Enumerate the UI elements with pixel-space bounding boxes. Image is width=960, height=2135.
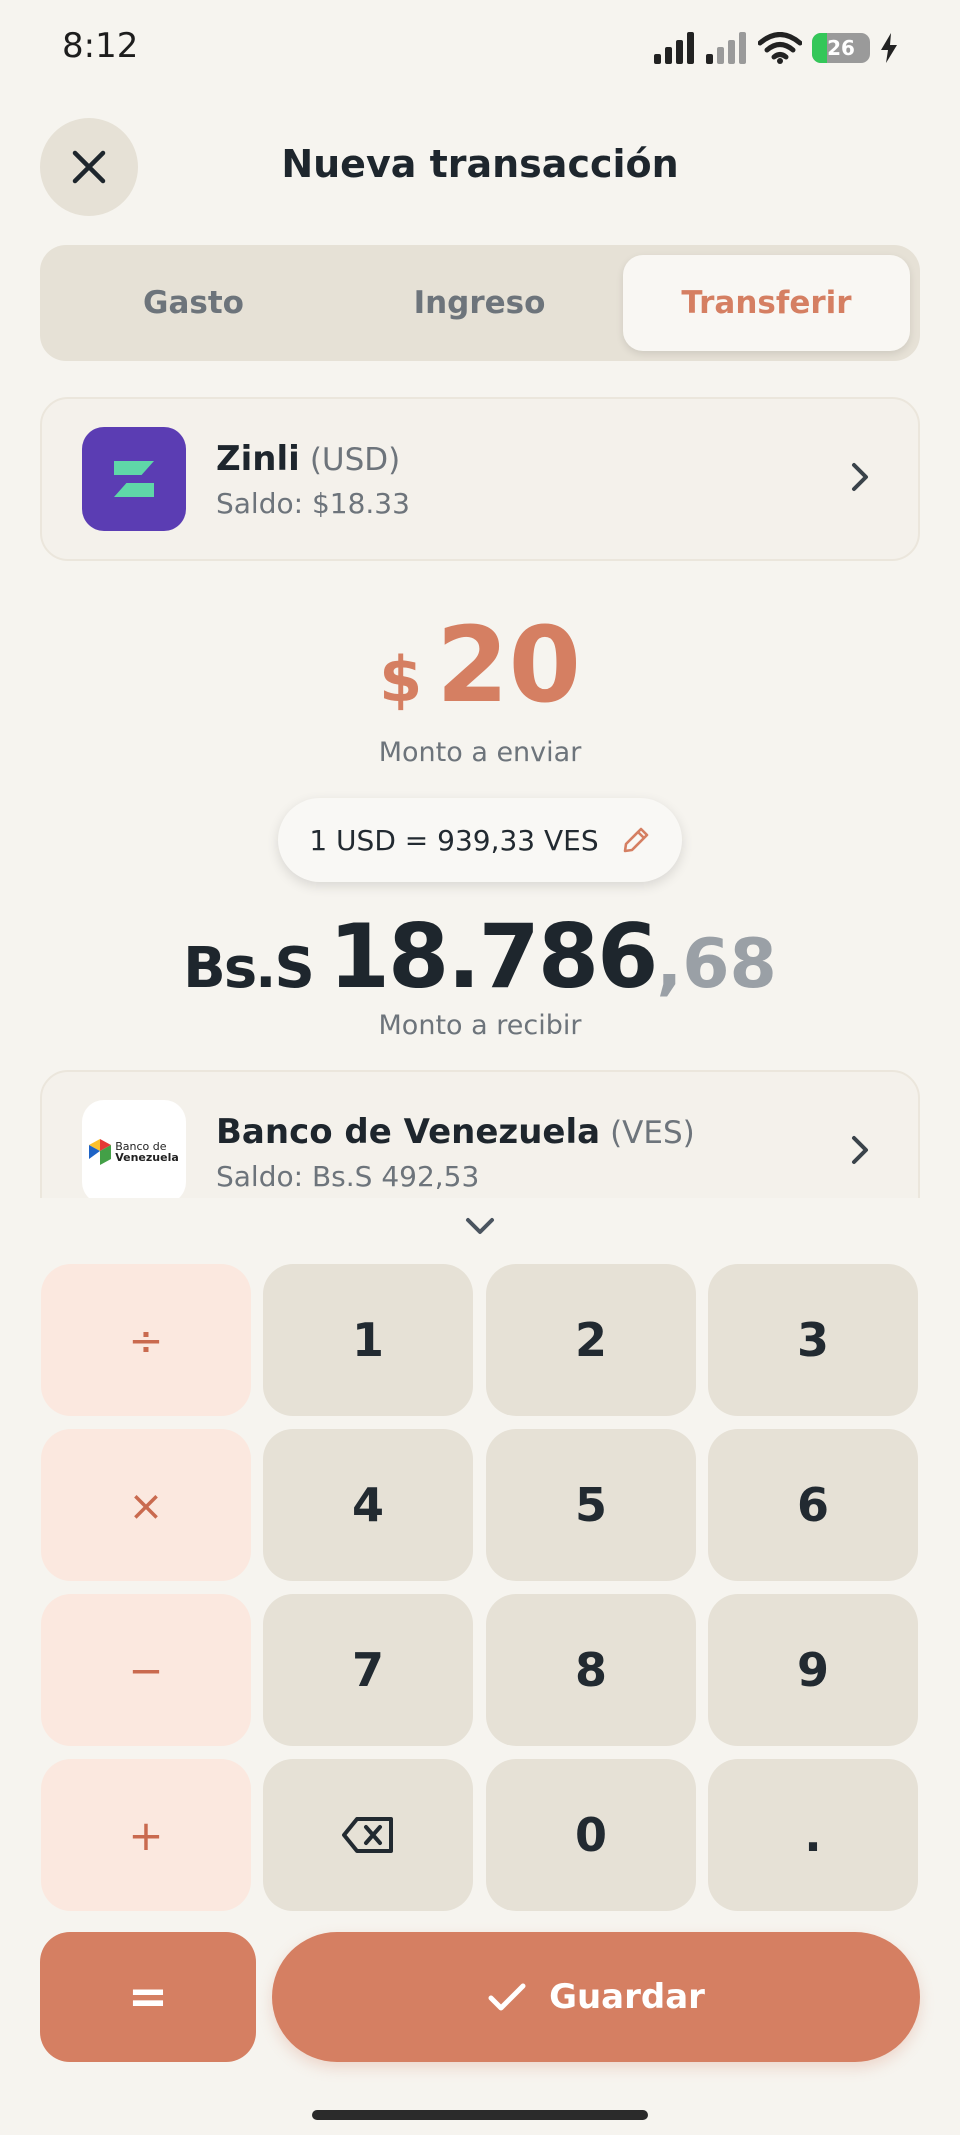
receive-amount-label: Monto a recibir — [378, 1010, 582, 1041]
status-time: 8:12 — [62, 26, 139, 66]
key-7[interactable]: 7 — [263, 1594, 473, 1746]
tab-transferir[interactable]: Transferir — [623, 255, 910, 351]
key-1[interactable]: 1 — [263, 1264, 473, 1416]
to-account-clip: Banco de Venezuela Banco de Venezuela (VE… — [40, 1070, 920, 1198]
exchange-rate-text: 1 USD = 939,33 VES — [309, 823, 599, 857]
tab-ingreso[interactable]: Ingreso — [336, 255, 623, 351]
battery-level: 26 — [827, 36, 855, 60]
signal-secondary-icon — [706, 32, 746, 64]
equals-button[interactable]: = — [40, 1932, 256, 2062]
page-title: Nueva transacción — [281, 142, 679, 186]
to-account-currency: (VES) — [610, 1115, 695, 1151]
chevron-right-icon — [852, 1136, 868, 1164]
zinli-z-icon — [114, 461, 154, 497]
receive-amount-decimal: ,68 — [656, 925, 777, 1004]
key-9[interactable]: 9 — [708, 1594, 918, 1746]
banco-venezuela-logo: Banco de Venezuela — [82, 1100, 186, 1198]
collapse-keypad-icon[interactable] — [460, 1214, 500, 1238]
from-account-balance: Saldo: $18.33 — [216, 487, 410, 520]
save-button[interactable]: Guardar — [272, 1932, 920, 2062]
from-account-name: Zinli (USD) — [216, 439, 401, 479]
to-account-card[interactable]: Banco de Venezuela Banco de Venezuela (VE… — [40, 1070, 920, 1198]
key-subtract[interactable]: − — [41, 1594, 251, 1746]
send-amount[interactable]: $ 20 — [0, 604, 960, 726]
key-add[interactable]: + — [41, 1759, 251, 1911]
from-account-card[interactable]: Zinli (USD) Saldo: $18.33 — [40, 397, 920, 561]
key-2[interactable]: 2 — [486, 1264, 696, 1416]
receive-amount-integer: 18.786 — [328, 905, 659, 1008]
key-0[interactable]: 0 — [486, 1759, 696, 1911]
home-indicator — [312, 2110, 648, 2120]
pencil-icon — [623, 827, 648, 853]
key-multiply[interactable]: × — [41, 1429, 251, 1581]
send-amount-label: Monto a enviar — [378, 737, 582, 768]
charging-icon — [881, 33, 897, 63]
check-icon — [488, 1983, 526, 2011]
to-account-name: Banco de Venezuela (VES) — [216, 1112, 695, 1152]
battery-icon: 26 — [812, 33, 870, 63]
signal-icon — [654, 32, 694, 64]
key-6[interactable]: 6 — [708, 1429, 918, 1581]
exchange-rate-button[interactable]: 1 USD = 939,33 VES — [278, 798, 682, 882]
wifi-icon — [758, 32, 802, 64]
from-account-currency: (USD) — [309, 442, 401, 478]
send-amount-value: 20 — [436, 604, 581, 726]
tab-gasto[interactable]: Gasto — [50, 255, 337, 351]
key-decimal[interactable]: . — [708, 1759, 918, 1911]
receive-currency-symbol: Bs.S — [183, 936, 315, 1001]
status-icons: 26 — [654, 28, 898, 68]
key-3[interactable]: 3 — [708, 1264, 918, 1416]
bdv-flag-icon — [89, 1139, 112, 1165]
receive-amount: Bs.S 18.786 ,68 — [0, 905, 960, 1008]
save-button-label: Guardar — [549, 1977, 705, 2017]
to-account-balance: Saldo: Bs.S 492,53 — [216, 1160, 480, 1193]
key-backspace[interactable] — [263, 1759, 473, 1911]
chevron-right-icon — [852, 463, 868, 491]
key-4[interactable]: 4 — [263, 1429, 473, 1581]
backspace-icon — [342, 1817, 393, 1853]
bdv-logo-text: Banco de Venezuela — [115, 1140, 179, 1164]
key-8[interactable]: 8 — [486, 1594, 696, 1746]
transaction-type-tabs: Gasto Ingreso Transferir — [40, 245, 920, 361]
key-5[interactable]: 5 — [486, 1429, 696, 1581]
key-divide[interactable]: ÷ — [41, 1264, 251, 1416]
zinli-logo — [82, 427, 186, 531]
send-currency-symbol: $ — [379, 643, 423, 716]
